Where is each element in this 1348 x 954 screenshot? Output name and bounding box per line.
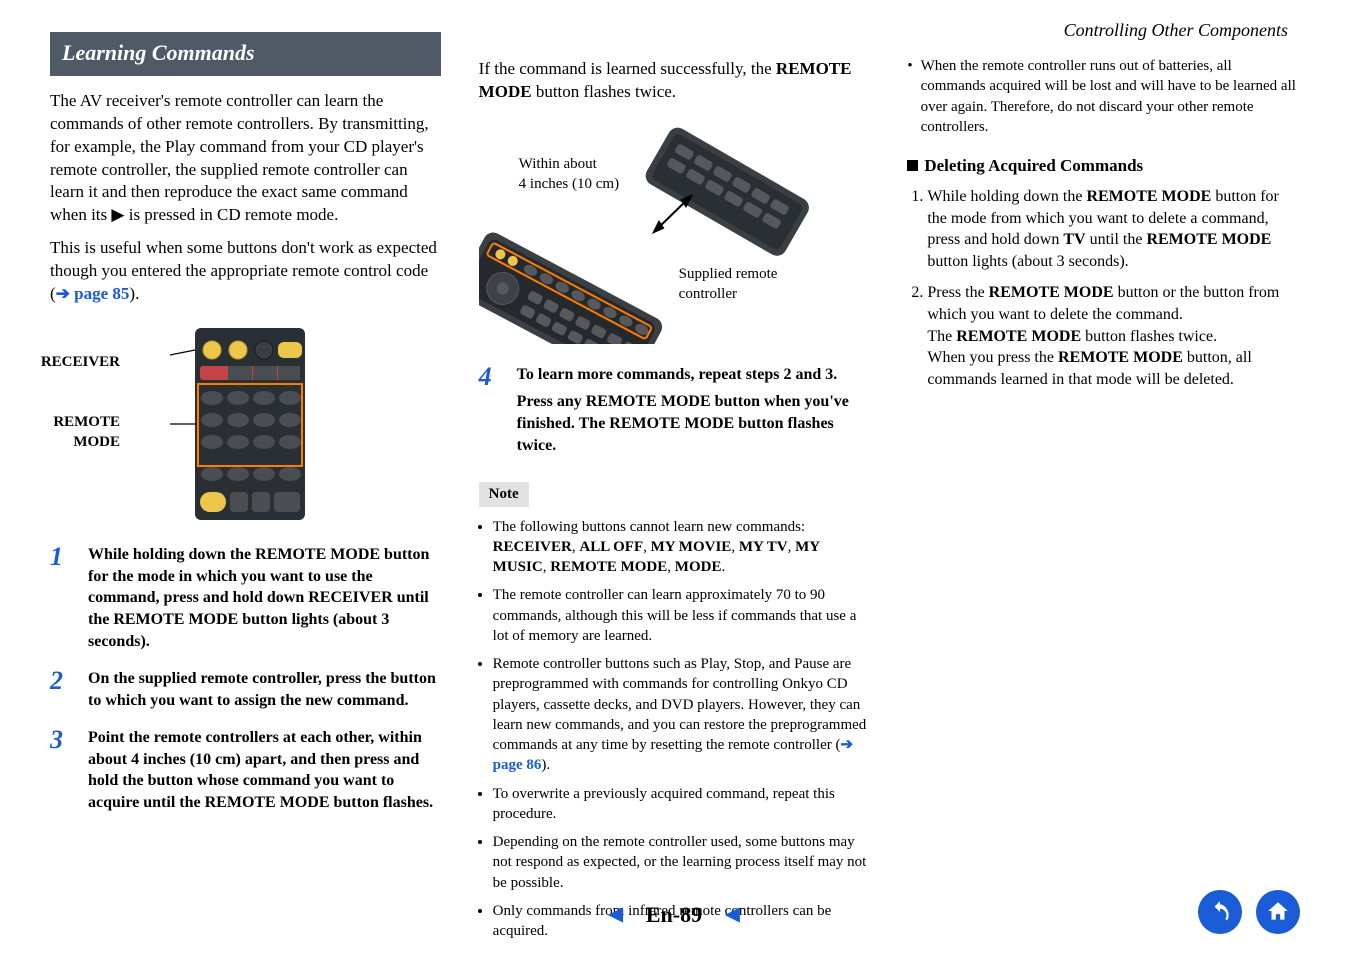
n3arrow: ➔ <box>840 737 853 753</box>
note-3: Remote controller buttons such as Play, … <box>493 654 870 776</box>
s4-2d: REMOTE MODE <box>609 415 734 432</box>
n3a: Remote controller buttons such as Play, … <box>493 656 867 753</box>
delete-step-2: Press the REMOTE MODE button or the butt… <box>927 282 1298 390</box>
note-4: To overwrite a previously acquired comma… <box>493 784 870 825</box>
bullet-dot: • <box>907 56 912 137</box>
d1g: button lights (about 3 seconds). <box>927 253 1128 270</box>
n3text: page 86 <box>493 757 542 773</box>
n1b: RECEIVER <box>493 539 572 555</box>
step-1-text: While holding down the REMOTE MODE butto… <box>88 544 441 652</box>
d1f: REMOTE MODE <box>1146 231 1271 248</box>
step-2: 2 On the supplied remote controller, pre… <box>50 668 441 711</box>
d1e: until the <box>1086 231 1147 248</box>
supplied2: controller <box>679 286 737 302</box>
n1a: The following buttons cannot learn new c… <box>493 519 805 535</box>
step-3: 3 Point the remote controllers at each o… <box>50 727 441 813</box>
d2e: REMOTE MODE <box>956 328 1081 345</box>
d2a: Press the <box>927 284 988 301</box>
d2d: The <box>927 328 956 345</box>
receiver-label: RECEIVER <box>30 352 120 372</box>
intro-paragraph-1: The AV receiver's remote controller can … <box>50 90 441 228</box>
deleting-subhead: Deleting Acquired Commands <box>907 155 1298 178</box>
prev-page-button[interactable]: ▲ <box>600 902 630 928</box>
remotes-facing-diagram: Within about 4 inches (10 cm) Supplied r… <box>479 114 870 344</box>
d2h: REMOTE MODE <box>1058 349 1183 366</box>
section-title: Learning Commands <box>50 32 441 76</box>
play-glyph: ▶ <box>111 205 124 224</box>
note-5: Depending on the remote controller used,… <box>493 832 870 893</box>
d2f: button flashes twice. <box>1081 328 1217 345</box>
distance2: 4 inches (10 cm) <box>519 176 619 192</box>
subhead-text: Deleting Acquired Commands <box>924 156 1143 175</box>
step-3-text: Point the remote controllers at each oth… <box>88 727 441 813</box>
delete-step-1: While holding down the REMOTE MODE butto… <box>927 186 1298 272</box>
intro2-b: ). <box>129 284 139 303</box>
intro1-b: is pressed in CD remote mode. <box>129 205 339 224</box>
page-85-link[interactable]: ➔ page 85 <box>56 284 130 303</box>
d1d: TV <box>1063 231 1085 248</box>
distance1: Within about <box>519 156 597 172</box>
n1e: MY TV <box>739 539 788 555</box>
remote-controller-figure: RECEIVER REMOTE MODE <box>50 324 441 524</box>
n1d: MY MOVIE <box>651 539 732 555</box>
col2-top-text: If the command is learned successfully, … <box>479 58 870 104</box>
step-1-number: 1 <box>50 544 74 652</box>
col2-top-a: If the command is learned successfully, … <box>479 59 776 78</box>
step-4-number: 4 <box>479 364 503 456</box>
breadcrumb: Controlling Other Components <box>1064 20 1288 41</box>
next-page-button[interactable]: ▼ <box>718 902 748 928</box>
battery-warning-text: When the remote controller runs out of b… <box>921 56 1298 137</box>
page-number: En-89 <box>646 902 702 928</box>
n3b: ). <box>541 757 550 773</box>
step-2-text: On the supplied remote controller, press… <box>88 668 441 711</box>
undo-arrow-icon <box>1207 899 1233 925</box>
link1-arrow: ➔ <box>56 284 75 303</box>
intro-paragraph-2: This is useful when some buttons don't w… <box>50 237 441 306</box>
s4-2a: Press any <box>517 393 586 410</box>
step-2-number: 2 <box>50 668 74 711</box>
back-button[interactable] <box>1198 890 1242 934</box>
n1h: MODE <box>675 559 722 575</box>
remote-mode-label: REMOTE MODE <box>30 412 120 453</box>
step-1: 1 While holding down the REMOTE MODE but… <box>50 544 441 652</box>
s4-2b: REMOTE MODE <box>586 393 711 410</box>
s1a: While holding down the <box>88 546 255 563</box>
remotes-facing-svg <box>479 114 839 344</box>
supplied-caption: Supplied remote controller <box>679 264 778 305</box>
step-3-number: 3 <box>50 727 74 813</box>
home-button[interactable] <box>1256 890 1300 934</box>
distance-caption: Within about 4 inches (10 cm) <box>519 154 619 195</box>
note-1: The following buttons cannot learn new c… <box>493 517 870 578</box>
d1b: REMOTE MODE <box>1086 188 1211 205</box>
s4-line1: To learn more commands, repeat steps 2 a… <box>517 366 838 383</box>
step-4-text: To learn more commands, repeat steps 2 a… <box>517 364 870 456</box>
deleting-steps: While holding down the REMOTE MODE butto… <box>927 186 1298 390</box>
n1c: ALL OFF <box>579 539 643 555</box>
s3c: button flashes. <box>330 794 434 811</box>
square-glyph-icon <box>907 160 918 171</box>
s1f: REMOTE MODE <box>113 611 238 628</box>
notes-list: The following buttons cannot learn new c… <box>479 517 870 942</box>
page-footer: ▲ En-89 ▼ <box>0 900 1348 930</box>
link1-text: page 85 <box>74 284 129 303</box>
s3b: REMOTE MODE <box>205 794 330 811</box>
col2-top-c: button flashes twice. <box>532 82 676 101</box>
s1d: RECEIVER <box>308 589 392 606</box>
d2g: When you press the <box>927 349 1058 366</box>
supplied1: Supplied remote <box>679 266 778 282</box>
s1b: REMOTE MODE <box>255 546 380 563</box>
d1a: While holding down the <box>927 188 1086 205</box>
remote-top-svg <box>170 324 320 524</box>
note-header: Note <box>479 482 529 506</box>
home-icon <box>1265 899 1291 925</box>
battery-warning-bullet: • When the remote controller runs out of… <box>907 56 1298 137</box>
step-4: 4 To learn more commands, repeat steps 2… <box>479 364 870 456</box>
note-2: The remote controller can learn approxim… <box>493 585 870 646</box>
n1g: REMOTE MODE <box>550 559 667 575</box>
d2b: REMOTE MODE <box>989 284 1114 301</box>
